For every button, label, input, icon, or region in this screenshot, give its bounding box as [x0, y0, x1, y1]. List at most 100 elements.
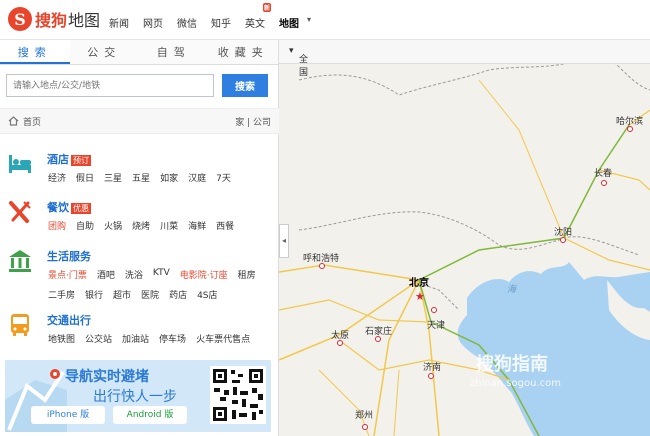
city-label-hohhot[interactable]: 呼和浩特 [303, 251, 339, 264]
promo-headline: 导航实时避堵 [65, 369, 149, 385]
nav-zhihu[interactable]: 知乎 [211, 15, 231, 30]
link-bbq[interactable]: 烧烤 [132, 219, 150, 232]
tab-favorites[interactable]: 收藏夹 [209, 40, 279, 64]
link-subway-map[interactable]: 地铁图 [48, 332, 75, 345]
watermark-url: zhinan.sogou.com [470, 378, 562, 389]
android-download-button[interactable]: Android 版 [113, 406, 187, 424]
sogou-logo-mark: S [8, 7, 32, 31]
booking-badge: 预订 [71, 155, 91, 166]
region-selector-label: 全国 [299, 55, 309, 78]
tab-search[interactable]: 搜索 [0, 40, 70, 64]
collapse-sidebar-button[interactable]: ◂ [279, 224, 289, 258]
link-homeinn[interactable]: 如家 [160, 171, 178, 184]
category-title[interactable]: 餐饮 优惠 [47, 199, 91, 215]
search-button[interactable]: 搜索 [222, 74, 268, 97]
watermark: 搜狗指南 zhinan.sogou.com [470, 350, 561, 389]
iphone-download-button[interactable]: iPhone 版 [31, 406, 105, 424]
bank-icon [9, 250, 31, 272]
breadcrumb-home[interactable]: 首页 [8, 115, 41, 128]
link-ktv[interactable]: KTV [153, 268, 170, 281]
map-base [279, 40, 650, 436]
category-title-text: 餐饮 [47, 201, 69, 214]
link-bank[interactable]: 银行 [85, 288, 103, 301]
link-sichuan[interactable]: 川菜 [160, 219, 178, 232]
sea-label: 海 [507, 285, 517, 295]
app-promo-banner[interactable]: 导航实时避堵 出行快人一步 iPhone 版 Android 版 [5, 360, 271, 432]
link-budget[interactable]: 经济 [48, 171, 66, 184]
link-bath[interactable]: 洗浴 [125, 268, 143, 281]
tab-drive[interactable]: 自驾 [139, 40, 209, 64]
link-train-ticket[interactable]: 火车票代售点 [196, 332, 250, 345]
link-attractions[interactable]: 景点·门票 [48, 268, 87, 281]
link-supermarket[interactable]: 超市 [113, 288, 131, 301]
link-5star[interactable]: 五星 [132, 171, 150, 184]
watermark-title: 搜狗指南 [476, 354, 548, 375]
map-canvas[interactable]: 全国 ▾ ◂ 哈尔滨 长春 沈阳 呼和浩特 ★ 北京 天津 太原 石家庄 济南 … [279, 40, 650, 436]
city-label-changchun[interactable]: 长春 [594, 166, 612, 179]
breadcrumb-home-label: 首页 [23, 117, 42, 128]
link-7days[interactable]: 7天 [216, 171, 231, 184]
category-title[interactable]: 生活服务 [47, 248, 91, 264]
bed-icon [9, 155, 31, 173]
capital-star-icon: ★ [415, 290, 425, 303]
link-parking[interactable]: 停车场 [159, 332, 186, 345]
city-label-zhengzhou[interactable]: 郑州 [355, 408, 373, 421]
breadcrumb: 首页 家 | 公司 [0, 108, 279, 134]
city-label-jinan[interactable]: 济南 [423, 360, 441, 373]
link-hotpot[interactable]: 火锅 [104, 219, 122, 232]
link-western[interactable]: 西餐 [216, 219, 234, 232]
link-4s-store[interactable]: 4S店 [197, 288, 217, 301]
chevron-down-icon[interactable]: ▾ [307, 15, 311, 30]
link-3star[interactable]: 三星 [104, 171, 122, 184]
link-hospital[interactable]: 医院 [141, 288, 159, 301]
city-marker[interactable] [601, 180, 607, 186]
link-hanting[interactable]: 汉庭 [188, 171, 206, 184]
map-toolbar: 全国 ▾ [279, 40, 650, 78]
link-bus-stop[interactable]: 公交站 [85, 332, 112, 345]
city-marker[interactable] [431, 307, 437, 313]
city-label-taiyuan[interactable]: 太原 [331, 328, 349, 341]
link-holiday[interactable]: 假日 [76, 171, 94, 184]
brand-product: 地图 [68, 11, 101, 30]
nav-news[interactable]: 新闻 [109, 15, 129, 30]
link-secondhand-house[interactable]: 二手房 [48, 288, 75, 301]
link-buffet[interactable]: 自助 [76, 219, 94, 232]
link-cinema[interactable]: 电影院·订座 [180, 268, 228, 281]
region-selector[interactable]: 全国 ▾ [289, 46, 308, 78]
category-title[interactable]: 交通出行 [47, 312, 91, 328]
city-marker[interactable] [362, 424, 368, 430]
home-company-shortcuts[interactable]: 家 | 公司 [235, 115, 271, 128]
link-bar[interactable]: 酒吧 [97, 268, 115, 281]
city-label-beijing[interactable]: 北京 [409, 274, 429, 289]
search-input[interactable] [6, 74, 214, 97]
city-label-shenyang[interactable]: 沈阳 [554, 225, 572, 238]
sidebar-tabs: 搜索 公交 自驾 收藏夹 [0, 40, 278, 65]
city-label-harbin[interactable]: 哈尔滨 [616, 114, 643, 127]
category-title-text: 酒店 [47, 153, 69, 166]
city-marker[interactable] [428, 373, 434, 379]
sogou-logo[interactable]: S 搜狗 地图 [8, 7, 100, 31]
link-gas-station[interactable]: 加油站 [122, 332, 149, 345]
category-links: 景点·门票 酒吧 洗浴 KTV 电影院·订座 租房 二手房 银行 超市 医院 药… [48, 268, 273, 308]
category-links: 经济 假日 三星 五星 如家 汉庭 7天 [48, 171, 273, 191]
tab-bus[interactable]: 公交 [70, 40, 140, 64]
nav-english-label: 英文 [245, 19, 265, 30]
brand-name: 搜狗 [35, 11, 68, 30]
nav-english[interactable]: 英文 新 [245, 3, 271, 30]
top-nav: 新闻 网页 微信 知乎 英文 新 地图 ▾ [109, 3, 325, 30]
nav-web[interactable]: 网页 [143, 15, 163, 30]
city-label-tianjin[interactable]: 天津 [427, 318, 445, 331]
link-seafood[interactable]: 海鲜 [188, 219, 206, 232]
link-rent[interactable]: 租房 [238, 268, 256, 281]
nav-map[interactable]: 地图 [279, 15, 299, 30]
link-groupbuy[interactable]: 团购 [48, 219, 66, 232]
new-badge: 新 [262, 3, 271, 12]
link-pharmacy[interactable]: 药店 [169, 288, 187, 301]
bus-icon [11, 314, 29, 336]
home-icon [8, 116, 19, 126]
city-label-shijiazhuang[interactable]: 石家庄 [365, 324, 392, 337]
category-links: 团购 自助 火锅 烧烤 川菜 海鲜 西餐 [48, 219, 273, 239]
nav-wechat[interactable]: 微信 [177, 15, 197, 30]
category-title[interactable]: 酒店 预订 [47, 151, 91, 167]
promo-subline: 出行快人一步 [93, 389, 177, 405]
